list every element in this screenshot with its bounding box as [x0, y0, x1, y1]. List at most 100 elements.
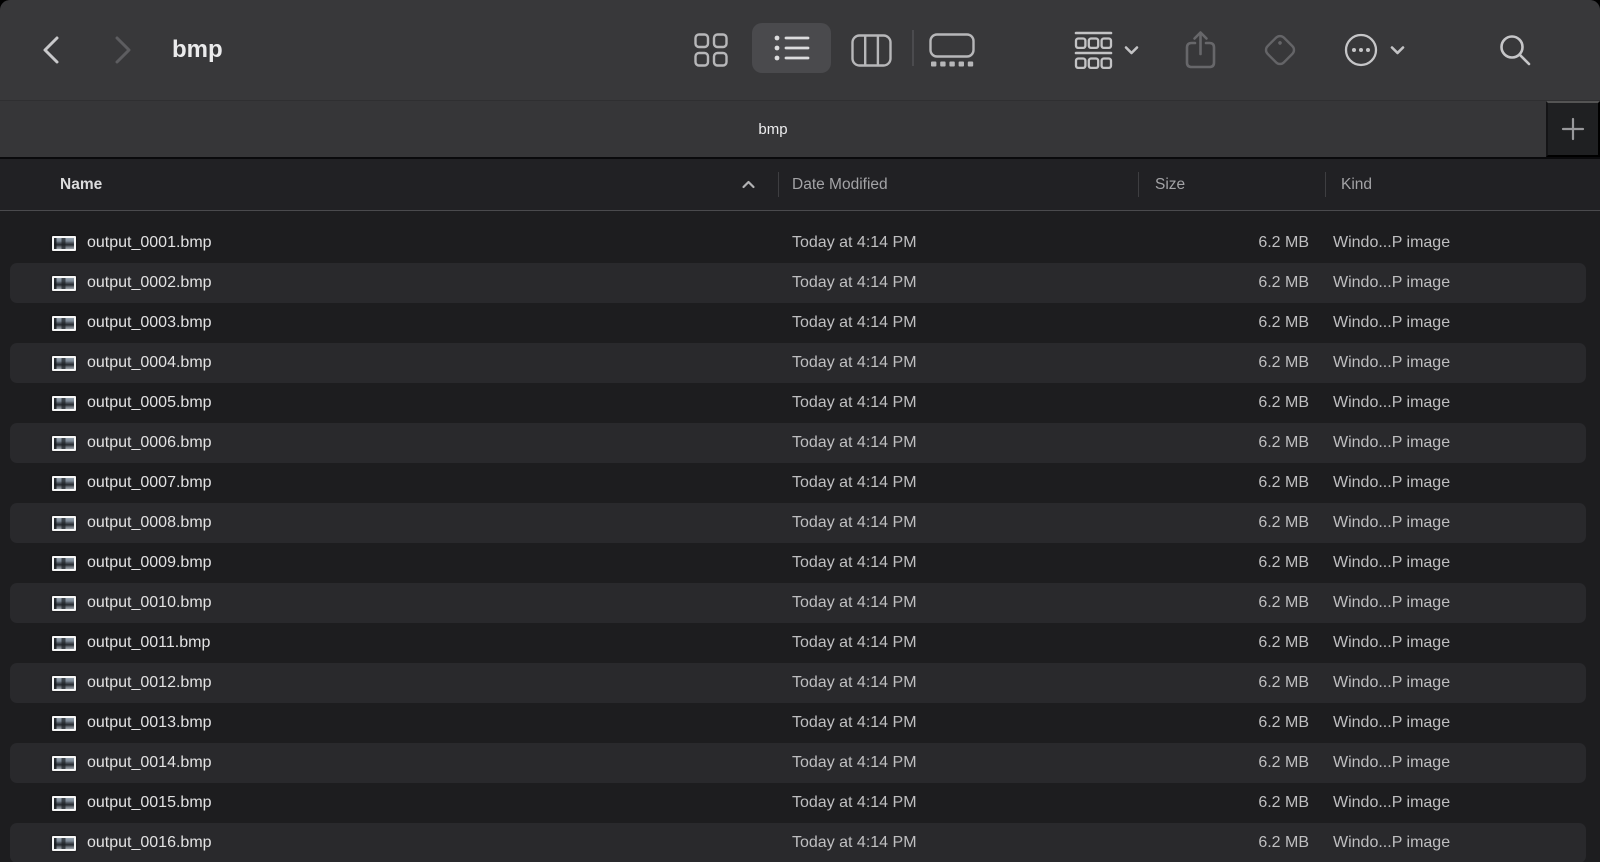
file-size: 6.2 MB [1138, 594, 1325, 612]
gallery-view-button[interactable] [925, 26, 979, 74]
search-button[interactable] [1492, 26, 1538, 74]
file-row[interactable]: output_0006.bmpToday at 4:14 PM6.2 MBWin… [0, 423, 1600, 463]
icon-view-button[interactable] [687, 26, 735, 74]
file-date-modified: Today at 4:14 PM [778, 594, 1138, 612]
file-row[interactable]: output_0002.bmp Today at 4:14 PM6.2 MBWin… [0, 263, 1600, 303]
file-date-modified: Today at 4:14 PM [778, 274, 1138, 292]
back-button[interactable] [30, 26, 74, 74]
bmp-thumbnail-icon [52, 556, 76, 571]
bmp-thumbnail-icon [52, 796, 76, 811]
bmp-thumbnail-icon [52, 756, 76, 771]
file-size: 6.2 MB [1138, 514, 1325, 532]
file-kind: Windo...P image [1325, 714, 1600, 732]
file-kind: Windo...P image [1325, 834, 1600, 852]
file-row[interactable]: output_0007.bmpToday at 4:14 PM6.2 MBWin… [0, 463, 1600, 503]
file-name-cell: output_0016.bmp [0, 834, 778, 852]
tab-bmp[interactable]: bmp [0, 101, 1546, 157]
file-name-cell: output_0006.bmp [0, 434, 778, 452]
file-size: 6.2 MB [1138, 674, 1325, 692]
file-size: 6.2 MB [1138, 634, 1325, 652]
bmp-thumbnail-icon [52, 356, 76, 371]
file-row[interactable]: output_0013.bmpToday at 4:14 PM6.2 MBWin… [0, 703, 1600, 743]
forward-button[interactable] [100, 26, 144, 74]
tab-bar: bmp [0, 100, 1600, 157]
file-name-cell: output_0007.bmp [0, 474, 778, 492]
share-button[interactable] [1178, 26, 1222, 74]
file-date-modified: Today at 4:14 PM [778, 234, 1138, 252]
file-row[interactable]: output_0014.bmpToday at 4:14 PM6.2 MBWin… [0, 743, 1600, 783]
file-date-modified: Today at 4:14 PM [778, 674, 1138, 692]
new-tab-button[interactable] [1546, 101, 1600, 157]
file-date-modified: Today at 4:14 PM [778, 354, 1138, 372]
file-name-cell: output_0010.bmp [0, 594, 778, 612]
file-name: output_0002.bmp [87, 274, 212, 292]
tag-icon [1260, 30, 1300, 70]
plus-icon [1560, 116, 1586, 142]
file-date-modified: Today at 4:14 PM [778, 314, 1138, 332]
file-size: 6.2 MB [1138, 474, 1325, 492]
file-row[interactable]: output_0016.bmpToday at 4:14 PM6.2 MBWin… [0, 823, 1600, 862]
file-row[interactable]: output_0004.bmpToday at 4:14 PM6.2 MBWin… [0, 343, 1600, 383]
file-row[interactable]: output_0003.bmpToday at 4:14 PM6.2 MBWin… [0, 303, 1600, 343]
tag-button[interactable] [1258, 26, 1302, 74]
file-date-modified: Today at 4:14 PM [778, 554, 1138, 572]
more-options-button[interactable] [1336, 26, 1412, 74]
file-row[interactable]: output_0015.bmpToday at 4:14 PM6.2 MBWin… [0, 783, 1600, 823]
file-size: 6.2 MB [1138, 754, 1325, 772]
file-name: output_0012.bmp [87, 674, 212, 692]
file-name: output_0004.bmp [87, 354, 212, 372]
file-date-modified: Today at 4:14 PM [778, 474, 1138, 492]
column-header-size[interactable]: Size [1138, 159, 1325, 210]
file-kind: Windo...P image [1325, 354, 1600, 372]
file-size: 6.2 MB [1138, 234, 1325, 252]
list-header: Name Date Modified Size Kind [0, 157, 1600, 211]
group-by-button[interactable] [1065, 26, 1147, 74]
file-row[interactable]: output_0009.bmpToday at 4:14 PM6.2 MBWin… [0, 543, 1600, 583]
file-name-cell: output_0011.bmp [0, 634, 778, 652]
share-icon [1183, 29, 1218, 71]
column-header-name[interactable]: Name [0, 159, 778, 210]
file-name: output_0009.bmp [87, 554, 212, 572]
file-date-modified: Today at 4:14 PM [778, 794, 1138, 812]
file-size: 6.2 MB [1138, 434, 1325, 452]
file-row[interactable]: output_0011.bmpToday at 4:14 PM6.2 MBWin… [0, 623, 1600, 663]
file-kind: Windo...P image [1325, 274, 1600, 292]
bmp-thumbnail-icon [52, 836, 76, 851]
file-name-cell: output_0009.bmp [0, 554, 778, 572]
bmp-thumbnail-icon [52, 676, 76, 691]
column-header-kind[interactable]: Kind [1325, 159, 1600, 210]
file-date-modified: Today at 4:14 PM [778, 394, 1138, 412]
file-name-cell: output_0003.bmp [0, 314, 778, 332]
file-name: output_0007.bmp [87, 474, 212, 492]
bmp-thumbnail-icon [52, 636, 76, 651]
file-name: output_0014.bmp [87, 754, 212, 772]
file-kind: Windo...P image [1325, 394, 1600, 412]
column-view-button[interactable] [847, 26, 895, 74]
file-size: 6.2 MB [1138, 274, 1325, 292]
file-row[interactable]: output_0008.bmpToday at 4:14 PM6.2 MBWin… [0, 503, 1600, 543]
list-view-button[interactable] [752, 23, 831, 73]
file-size: 6.2 MB [1138, 394, 1325, 412]
search-icon [1496, 31, 1534, 69]
file-name: output_0015.bmp [87, 794, 212, 812]
file-row[interactable]: output_0010.bmpToday at 4:14 PM6.2 MBWin… [0, 583, 1600, 623]
chevron-right-icon [107, 30, 137, 70]
bmp-thumbnail-icon [52, 596, 76, 611]
file-kind: Windo...P image [1325, 434, 1600, 452]
column-header-date-modified[interactable]: Date Modified [778, 159, 1138, 210]
file-row[interactable]: output_0005.bmp Today at 4:14 PM6.2 MBWin… [0, 383, 1600, 423]
column-view-icon [851, 34, 892, 67]
tab-label: bmp [758, 121, 787, 138]
file-size: 6.2 MB [1138, 714, 1325, 732]
file-kind: Windo...P image [1325, 634, 1600, 652]
list-view-icon [773, 33, 810, 63]
file-name-cell: output_0001.bmp [0, 234, 778, 252]
file-row[interactable]: output_0001.bmpToday at 4:14 PM6.2 MBWin… [0, 223, 1600, 263]
file-name-cell: output_0014.bmp [0, 754, 778, 772]
file-date-modified: Today at 4:14 PM [778, 634, 1138, 652]
bmp-thumbnail-icon [52, 276, 76, 291]
finder-window: bmp [0, 0, 1600, 862]
file-name: output_0005.bmp [87, 394, 212, 412]
file-row[interactable]: output_0012.bmpToday at 4:14 PM6.2 MBWin… [0, 663, 1600, 703]
file-name: output_0016.bmp [87, 834, 212, 852]
